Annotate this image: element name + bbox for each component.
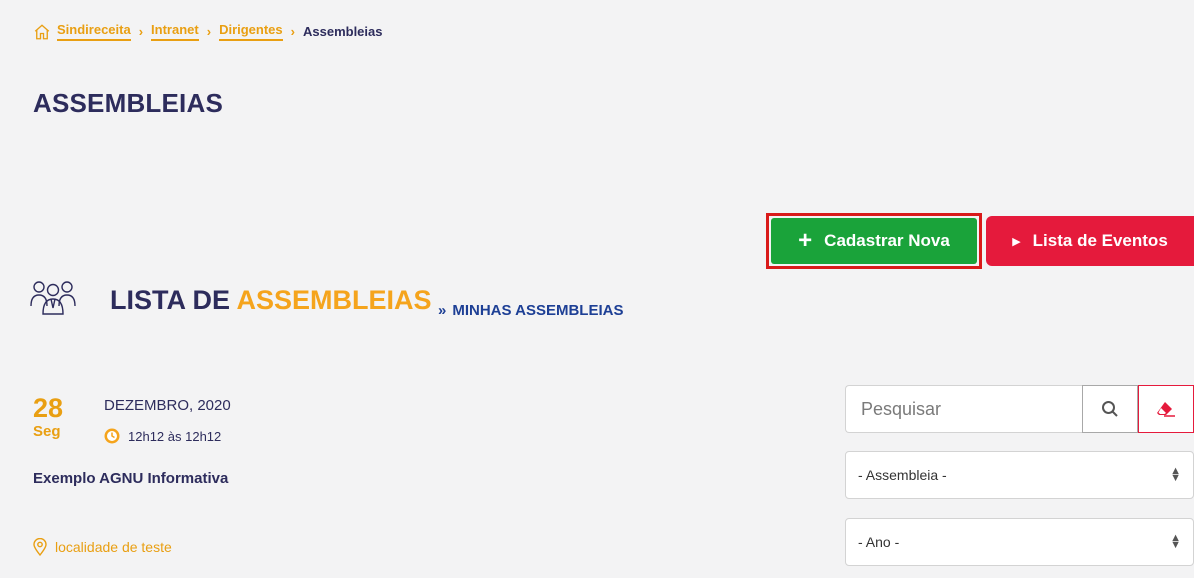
breadcrumb-link-sindireceita[interactable]: Sindireceita bbox=[57, 22, 131, 41]
search-icon bbox=[1102, 401, 1118, 417]
event-title[interactable]: Exemplo AGNU Informativa bbox=[33, 470, 228, 487]
event-time: 12h12 às 12h12 bbox=[104, 428, 221, 444]
events-list-label: Lista de Eventos bbox=[1032, 231, 1168, 250]
year-select[interactable]: - Ano - ▲ ▼ bbox=[845, 518, 1194, 566]
breadcrumb: Sindireceita › Intranet › Dirigentes › A… bbox=[33, 22, 382, 41]
event-location-text: localidade de teste bbox=[55, 539, 172, 555]
people-icon bbox=[30, 281, 76, 315]
clock-icon bbox=[104, 428, 120, 444]
event-weekday: Seg bbox=[33, 423, 61, 440]
select-arrows-icon: ▲ ▼ bbox=[1170, 465, 1181, 484]
event-location: localidade de teste bbox=[33, 538, 172, 556]
clear-filters-button[interactable] bbox=[1138, 385, 1194, 433]
plus-icon: + bbox=[798, 227, 813, 254]
breadcrumb-current: Assembleias bbox=[302, 24, 383, 39]
new-assembly-label: Cadastrar Nova bbox=[824, 231, 950, 250]
search-input[interactable] bbox=[845, 385, 1082, 433]
events-list-button[interactable]: ▶ Lista de Eventos bbox=[986, 216, 1194, 266]
breadcrumb-link-dirigentes[interactable]: Dirigentes bbox=[219, 22, 283, 41]
breadcrumb-link-intranet[interactable]: Intranet bbox=[151, 22, 199, 41]
breadcrumb-separator: › bbox=[206, 24, 212, 39]
location-pin-icon bbox=[33, 538, 47, 556]
new-assembly-button[interactable]: + Cadastrar Nova bbox=[771, 218, 977, 264]
search-button[interactable] bbox=[1082, 385, 1138, 433]
list-heading-prefix: LISTA DE bbox=[110, 285, 230, 315]
list-heading-accent: ASSEMBLEIAS bbox=[236, 285, 432, 315]
breadcrumb-separator: › bbox=[290, 24, 295, 39]
assembly-select[interactable]: - Assembleia - ▲ ▼ bbox=[845, 451, 1194, 499]
page-title: ASSEMBLEIAS bbox=[33, 88, 224, 118]
event-time-text: 12h12 às 12h12 bbox=[128, 428, 222, 444]
new-button-highlight: + Cadastrar Nova bbox=[766, 213, 982, 269]
double-chevron-right-icon: » bbox=[438, 302, 447, 319]
eraser-icon bbox=[1157, 402, 1175, 417]
home-icon[interactable] bbox=[33, 23, 51, 41]
assembly-select-value: - Assembleia - bbox=[858, 467, 947, 483]
my-assemblies-label: MINHAS ASSEMBLEIAS bbox=[452, 302, 624, 319]
event-month-year: DEZEMBRO, 2020 bbox=[104, 397, 231, 414]
list-heading: LISTA DE ASSEMBLEIAS bbox=[110, 285, 432, 316]
play-icon: ▶ bbox=[1012, 235, 1021, 248]
my-assemblies-link[interactable]: » MINHAS ASSEMBLEIAS bbox=[438, 302, 623, 319]
event-day: 28 bbox=[33, 393, 64, 423]
year-select-value: - Ano - bbox=[858, 534, 900, 550]
breadcrumb-separator: › bbox=[138, 24, 144, 39]
select-arrows-icon: ▲ ▼ bbox=[1170, 532, 1181, 551]
